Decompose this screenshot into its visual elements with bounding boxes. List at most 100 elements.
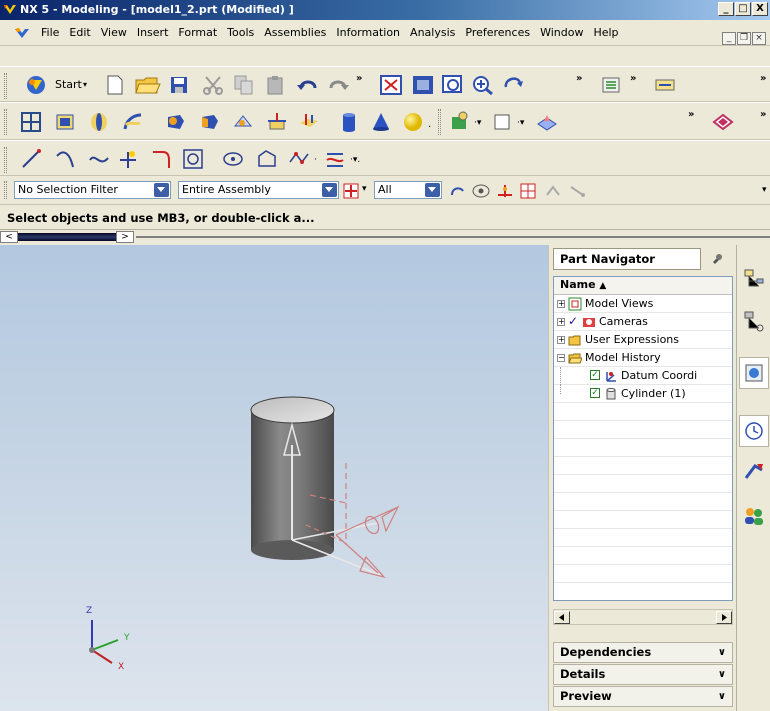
layer-settings-icon[interactable] bbox=[598, 74, 624, 96]
chevron-down-icon[interactable]: ∨ bbox=[718, 643, 726, 662]
quick-pick-icon[interactable] bbox=[566, 182, 588, 200]
menu-view[interactable]: View bbox=[96, 26, 132, 39]
new-file-icon[interactable] bbox=[104, 74, 126, 96]
start-dropdown-arrow[interactable]: ▾ bbox=[83, 80, 87, 89]
type-filter-dropdown[interactable]: All bbox=[374, 181, 442, 199]
helix-icon[interactable] bbox=[286, 147, 314, 171]
menu-window[interactable]: Window bbox=[535, 26, 588, 39]
extrude-icon[interactable] bbox=[52, 110, 78, 134]
part-navigator-tree[interactable]: Name ▲ + Model Views + ✓ Cameras + User … bbox=[553, 276, 733, 601]
chevron-down-icon[interactable] bbox=[322, 183, 337, 197]
expand-icon[interactable]: + bbox=[557, 318, 565, 326]
surface-icon[interactable] bbox=[710, 110, 736, 134]
minimize-button[interactable]: _ bbox=[718, 2, 734, 16]
menu-format[interactable]: Format bbox=[173, 26, 222, 39]
undo-icon[interactable] bbox=[296, 74, 320, 96]
tree-horizontal-scrollbar[interactable] bbox=[553, 609, 733, 625]
menu-information[interactable]: Information bbox=[331, 26, 405, 39]
fit-view-icon[interactable] bbox=[378, 74, 404, 96]
snap-arrow-icon[interactable] bbox=[448, 182, 468, 200]
curve-dropdown-arrow[interactable]: ·▾. bbox=[350, 155, 360, 165]
sphere-icon[interactable] bbox=[400, 110, 426, 134]
boss-dropdown-arrow[interactable]: ·▾ bbox=[517, 118, 524, 128]
law-curve-icon[interactable] bbox=[322, 147, 348, 171]
inferred-point-icon[interactable] bbox=[542, 182, 564, 200]
revolve-icon[interactable] bbox=[86, 110, 112, 134]
tree-item-user-expressions[interactable]: + User Expressions bbox=[554, 331, 732, 349]
nx-app-icon[interactable] bbox=[14, 26, 30, 40]
trim-body-icon[interactable] bbox=[264, 110, 290, 134]
zoom-icon[interactable] bbox=[440, 74, 466, 96]
menu-help[interactable]: Help bbox=[588, 26, 623, 39]
pattern-feature-icon[interactable] bbox=[534, 110, 560, 134]
tree-item-model-history[interactable]: − Model History bbox=[554, 349, 732, 367]
close-button[interactable]: X bbox=[752, 2, 768, 16]
toolbar-grip[interactable] bbox=[4, 73, 7, 99]
name-column-header[interactable]: Name ▲ bbox=[554, 277, 732, 295]
history-clock-icon[interactable] bbox=[739, 415, 769, 447]
scroll-right-arrow-icon[interactable] bbox=[716, 611, 732, 624]
toolbar-grip-4[interactable] bbox=[4, 147, 7, 173]
draft-icon[interactable] bbox=[230, 110, 256, 134]
toolbar-grip-3[interactable] bbox=[438, 109, 441, 135]
cut-icon[interactable] bbox=[200, 74, 226, 96]
cylinder-icon[interactable] bbox=[336, 110, 362, 134]
select-feature-dropdown-arrow[interactable]: ▾ bbox=[362, 184, 367, 194]
menu-insert[interactable]: Insert bbox=[132, 26, 174, 39]
details-section[interactable]: Details ∨ bbox=[553, 664, 733, 685]
chevron-down-icon[interactable]: ∨ bbox=[718, 687, 726, 706]
scroll-left-button[interactable]: < bbox=[0, 231, 18, 243]
tree-item-model-views[interactable]: + Model Views bbox=[554, 295, 732, 313]
pin-icon[interactable] bbox=[709, 252, 727, 266]
menu-analysis[interactable]: Analysis bbox=[405, 26, 460, 39]
boss-icon[interactable] bbox=[490, 110, 514, 134]
hole-icon[interactable] bbox=[446, 110, 472, 134]
checkbox-checked-icon[interactable]: ✓ bbox=[590, 370, 600, 380]
scroll-left-arrow-icon[interactable] bbox=[554, 611, 570, 624]
edge-blend-icon[interactable] bbox=[162, 110, 188, 134]
copy-icon[interactable] bbox=[232, 74, 256, 96]
wcs-icon[interactable] bbox=[652, 74, 678, 96]
primitive-dropdown-arrow[interactable]: . bbox=[428, 119, 431, 130]
toolbar-overflow-chevron-5[interactable]: » bbox=[688, 109, 694, 120]
doc-restore-button[interactable]: ❐ bbox=[737, 32, 751, 45]
hole-dropdown-arrow[interactable]: ·▾ bbox=[474, 118, 481, 128]
model-scene[interactable]: Z Y X bbox=[0, 245, 548, 711]
ellipse-icon[interactable] bbox=[220, 147, 246, 171]
start-button-label[interactable]: Start bbox=[55, 78, 82, 91]
selection-bar-overflow[interactable]: ▾ bbox=[762, 185, 767, 195]
fillet-curve-icon[interactable] bbox=[148, 147, 174, 171]
scroll-right-button[interactable]: > bbox=[116, 231, 134, 243]
cone-icon[interactable] bbox=[368, 110, 394, 134]
snap-point-icon[interactable] bbox=[494, 182, 516, 200]
save-icon[interactable] bbox=[168, 74, 190, 96]
grid-snap-icon[interactable] bbox=[518, 182, 540, 200]
polygon-icon[interactable] bbox=[180, 147, 206, 171]
redo-icon[interactable] bbox=[326, 74, 350, 96]
sweep-icon[interactable] bbox=[120, 110, 146, 134]
chevron-down-icon[interactable] bbox=[425, 183, 440, 197]
chevron-down-icon[interactable]: ∨ bbox=[718, 665, 726, 684]
menu-tools[interactable]: Tools bbox=[222, 26, 259, 39]
select-feature-icon[interactable] bbox=[342, 182, 362, 200]
collapse-icon[interactable]: − bbox=[557, 354, 565, 362]
roles-icon[interactable] bbox=[739, 500, 769, 532]
open-folder-icon[interactable] bbox=[134, 74, 162, 96]
chevron-down-icon[interactable] bbox=[154, 183, 169, 197]
maximize-button[interactable]: □ bbox=[735, 2, 751, 16]
reuse-library-icon[interactable] bbox=[739, 455, 769, 487]
toolbar-overflow-chevron-3[interactable]: » bbox=[630, 73, 636, 84]
datum-plane-icon[interactable] bbox=[296, 110, 322, 134]
start-icon[interactable] bbox=[22, 73, 52, 97]
assembly-navigator-icon[interactable] bbox=[739, 263, 769, 295]
dependencies-section[interactable]: Dependencies ∨ bbox=[553, 642, 733, 663]
part-navigator-tab-icon[interactable] bbox=[739, 357, 769, 389]
point-icon[interactable] bbox=[116, 147, 140, 171]
toolbar-grip-2[interactable] bbox=[4, 109, 7, 135]
zoom-window-icon[interactable] bbox=[410, 74, 436, 96]
tree-item-cylinder[interactable]: ✓ Cylinder (1) bbox=[554, 385, 732, 403]
expand-icon[interactable]: + bbox=[557, 300, 565, 308]
arc-icon[interactable] bbox=[52, 147, 78, 171]
toolbar-overflow-chevron[interactable]: » bbox=[356, 73, 362, 84]
show-hide-icon[interactable] bbox=[470, 182, 492, 200]
